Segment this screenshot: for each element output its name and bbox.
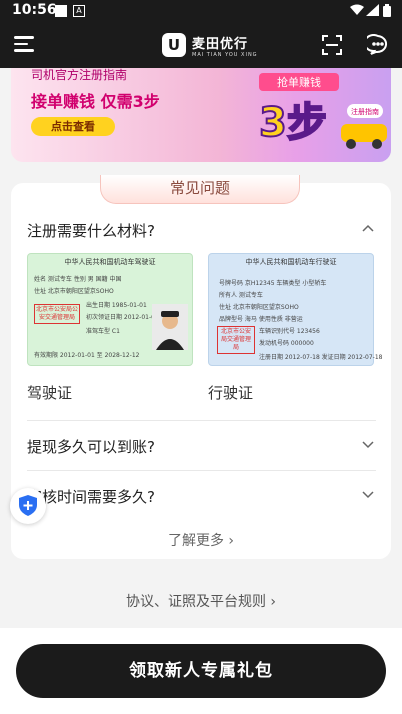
brand-logo: U 麦田优行 MAI TIAN YOU XING bbox=[162, 32, 258, 58]
faq-question-review[interactable]: 审核时间需要多久? bbox=[27, 486, 155, 507]
learn-more-link[interactable]: 了解更多 › bbox=[0, 530, 402, 550]
status-bar: 10:56 A bbox=[0, 0, 402, 22]
faq-question-withdraw[interactable]: 提现多久可以到账? bbox=[27, 436, 155, 457]
promo-banner[interactable]: 司机官方注册指南 接单赚钱 仅需3步 点击查看 抢单赚钱 3步 注册指南 bbox=[11, 68, 391, 162]
license-row: 初次领证日期 2012-01-01 bbox=[86, 314, 159, 321]
driver-license-caption: 驾驶证 bbox=[27, 384, 73, 402]
license-row: 注册日期 2012-07-18 发证日期 2012-07-18 bbox=[259, 354, 383, 361]
scan-icon[interactable] bbox=[322, 35, 342, 55]
chat-icon[interactable] bbox=[367, 34, 389, 56]
vehicle-license-heading: 中华人民共和国机动车行驶证 bbox=[245, 258, 337, 266]
license-row: 出生日期 1985-01-01 bbox=[86, 302, 147, 309]
claim-gift-button[interactable]: 领取新人专属礼包 bbox=[16, 644, 386, 698]
driver-photo bbox=[152, 304, 188, 350]
banner-art-badge: 注册指南 bbox=[351, 107, 379, 116]
nav-bar: U 麦田优行 MAI TIAN YOU XING bbox=[0, 26, 402, 66]
menu-icon[interactable] bbox=[14, 36, 34, 54]
status-time: 10:56 bbox=[12, 2, 57, 18]
license-row: 住址 北京市朝阳区望京SOHO bbox=[219, 304, 299, 311]
shield-plus-icon bbox=[19, 495, 37, 516]
license-row: 准驾车型 C1 bbox=[86, 328, 120, 335]
faq-title: 常见问题 bbox=[100, 175, 300, 204]
notification-icon bbox=[55, 5, 67, 17]
brand-name-en: MAI TIAN YOU XING bbox=[192, 51, 258, 58]
logo-mark: U bbox=[162, 33, 186, 57]
vehicle-license-caption: 行驶证 bbox=[208, 384, 254, 402]
driver-license-image: 中华人民共和国机动车驾驶证 姓名 测试专车 性别 男 国籍 中国 住址 北京市朝… bbox=[27, 253, 193, 366]
license-row: 姓名 测试专车 性别 男 国籍 中国 bbox=[34, 276, 122, 283]
chevron-up-icon[interactable] bbox=[362, 224, 374, 232]
driver-license-heading: 中华人民共和国机动车驾驶证 bbox=[64, 258, 156, 266]
license-stamp: 北京市公安局交通管理局 bbox=[217, 326, 255, 354]
divider bbox=[27, 420, 376, 421]
app-header: 10:56 A U 麦田优行 MAI TIAN YOU XING bbox=[0, 0, 402, 68]
license-stamp: 北京市公安局公安交通管理局 bbox=[34, 304, 80, 324]
vehicle-license-image: 中华人民共和国机动车行驶证 号牌号码 京H12345 车辆类型 小型轿车 所有人… bbox=[208, 253, 382, 366]
divider bbox=[27, 470, 376, 471]
license-row: 住址 北京市朝阳区望京SOHO bbox=[34, 288, 114, 295]
signal-icon bbox=[366, 4, 379, 16]
license-row: 品牌型号 海马 使用性质 非营运 bbox=[219, 316, 303, 323]
license-row: 号牌号码 京H12345 车辆类型 小型轿车 bbox=[219, 280, 327, 287]
chevron-down-icon[interactable] bbox=[362, 441, 374, 449]
wifi-icon bbox=[350, 4, 364, 15]
banner-art-big: 3步 bbox=[259, 100, 327, 146]
notification-a-icon: A bbox=[73, 5, 85, 17]
battery-icon bbox=[383, 4, 391, 17]
license-row: 有效期限 2012-01-01 至 2028-12-12 bbox=[34, 352, 140, 359]
brand-name: 麦田优行 bbox=[192, 36, 249, 52]
banner-view-button[interactable]: 点击查看 bbox=[31, 117, 115, 136]
rules-link[interactable]: 协议、证照及平台规则 › bbox=[0, 591, 402, 611]
banner-title: 接单赚钱 仅需3步 bbox=[31, 92, 160, 111]
security-shield-button[interactable] bbox=[10, 488, 46, 524]
bottom-bar: 领取新人专属礼包 bbox=[0, 628, 402, 714]
banner-subtitle: 司机官方注册指南 bbox=[31, 68, 128, 82]
banner-illustration: 抢单赚钱 3步 注册指南 bbox=[258, 73, 387, 149]
chevron-down-icon[interactable] bbox=[362, 491, 374, 499]
license-row: 发动机号码 000000 bbox=[259, 340, 314, 347]
faq-question-materials[interactable]: 注册需要什么材料? bbox=[27, 220, 155, 241]
banner-art-tag: 抢单赚钱 bbox=[277, 75, 321, 89]
license-row: 所有人 测试专车 bbox=[219, 292, 263, 299]
license-row: 车辆识别代号 123456 bbox=[259, 328, 320, 335]
